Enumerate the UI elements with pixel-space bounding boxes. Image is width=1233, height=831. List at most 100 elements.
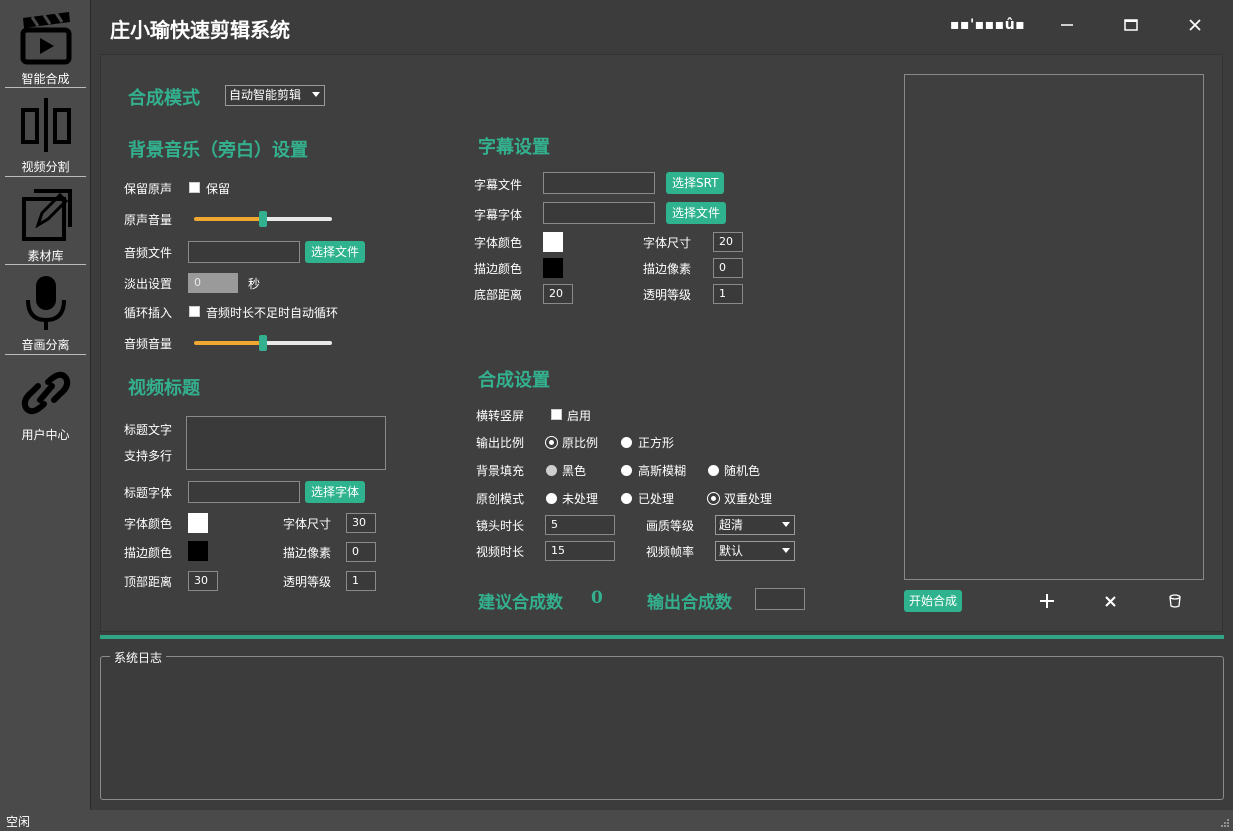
app-title: 庄小瑜快速剪辑系统 [110,18,290,42]
select-audio-file-button[interactable]: 选择文件 [305,241,366,263]
remove-icon[interactable] [1103,594,1118,609]
bottom-distance-label: 底部距离 [474,288,523,302]
bg-fill-blur-radio[interactable] [621,465,632,476]
top-distance-input[interactable]: 30 [188,571,218,591]
fps-value: 默认 [719,544,744,558]
maximize-button[interactable] [1116,10,1146,40]
compose-mode-select[interactable]: 自动智能剪辑 [225,85,325,106]
keep-original-label: 保留原声 [124,182,173,196]
chevron-down-icon [312,92,320,97]
slider-fill [194,217,263,221]
section-divider [100,635,1224,639]
title-font-color-label: 字体颜色 [124,517,173,531]
quality-select[interactable]: 超清 [715,515,795,535]
loop-checkbox[interactable] [189,306,200,317]
edit-square-icon [22,189,72,241]
keep-original-checkbox[interactable] [189,182,200,193]
original-mode-none-radio[interactable] [546,493,557,504]
fps-select[interactable]: 默认 [715,541,795,561]
compose-mode-value: 自动智能剪辑 [229,88,302,102]
shot-duration-input[interactable]: 5 [545,515,615,535]
output-count-input[interactable] [755,588,805,610]
ratio-square-radio[interactable] [621,437,632,448]
start-compose-button[interactable]: 开始合成 [904,590,963,612]
title-stroke-color-swatch[interactable] [188,541,208,561]
title-font-input[interactable] [188,481,300,503]
subtitle-opacity-label: 透明等级 [643,288,692,302]
chevron-down-icon [782,548,790,553]
fade-input[interactable]: 0 [188,273,238,293]
original-mode-option: 双重处理 [724,492,773,506]
original-volume-slider[interactable] [194,211,332,227]
top-distance-label: 顶部距离 [124,575,173,589]
slider-fill [194,341,263,345]
subtitle-font-size-input[interactable]: 20 [713,232,743,252]
system-log-box[interactable] [100,656,1224,800]
subtitle-opacity-input[interactable]: 1 [713,284,743,304]
loop-text: 音频时长不足时自动循环 [206,306,339,320]
fade-label: 淡出设置 [124,277,173,291]
sidebar-item-material-library[interactable]: 素材库 [5,181,86,269]
slider-handle[interactable] [259,335,267,351]
shot-duration-label: 镜头时长 [476,519,525,533]
subtitle-stroke-color-swatch[interactable] [543,258,563,278]
bg-fill-black-radio[interactable] [546,465,557,476]
title-text-area[interactable] [186,416,386,470]
sidebar-divider [5,264,86,265]
chevron-down-icon [782,522,790,527]
clapperboard-icon [20,12,72,65]
quality-value: 超清 [719,518,744,532]
slider-handle[interactable] [259,211,267,227]
subtitle-stroke-px-input[interactable]: 0 [713,258,743,278]
title-font-size-label: 字体尺寸 [283,517,332,531]
compose-section-title: 合成设置 [478,370,550,391]
original-mode-label: 原创模式 [476,492,525,506]
sidebar-item-user-center[interactable]: 用户中心 [5,360,86,448]
sidebar-item-smart-compose[interactable]: 智能合成 [5,4,86,92]
subtitle-font-label: 字幕字体 [474,208,523,222]
original-mode-done-radio[interactable] [621,493,632,504]
bg-fill-option: 黑色 [562,464,587,478]
slider-track [263,217,332,221]
ratio-original-radio[interactable] [546,437,557,448]
subtitle-font-input[interactable] [543,202,655,224]
title-text-label: 标题文字 [124,423,173,437]
sidebar-item-video-split[interactable]: 视频分割 [5,92,86,180]
minimize-button[interactable] [1052,10,1082,40]
title-font-size-input[interactable]: 30 [346,513,376,533]
title-opacity-input[interactable]: 1 [346,571,376,591]
split-icon [21,98,71,152]
resize-grip-icon[interactable] [1220,818,1230,828]
portrait-text: 启用 [567,409,592,423]
title-stroke-color-label: 描边颜色 [124,546,173,560]
sidebar-item-label: 视频分割 [21,160,70,174]
sidebar-item-label: 音画分离 [21,338,70,352]
bg-fill-random-radio[interactable] [708,465,719,476]
portrait-checkbox[interactable] [551,409,562,420]
video-duration-input[interactable]: 15 [545,541,615,561]
audio-volume-slider[interactable] [194,335,332,351]
task-list-box[interactable] [904,74,1204,580]
bottom-distance-input[interactable]: 20 [543,284,573,304]
audio-file-input[interactable] [188,241,300,263]
add-icon[interactable] [1038,592,1056,610]
original-mode-double-radio[interactable] [708,493,719,504]
original-volume-label: 原声音量 [124,213,173,227]
title-font-color-swatch[interactable] [188,513,208,533]
sidebar-item-label: 素材库 [27,249,64,263]
trash-icon[interactable] [1167,593,1183,609]
select-srt-button[interactable]: 选择SRT [666,172,725,194]
select-font-button[interactable]: 选择字体 [305,481,366,503]
bg-fill-option: 高斯模糊 [638,464,687,478]
select-subtitle-font-button[interactable]: 选择文件 [666,202,727,224]
close-button[interactable] [1180,10,1210,40]
subtitle-section-title: 字幕设置 [478,137,550,158]
subtitle-file-input[interactable] [543,172,655,194]
bg-fill-option: 随机色 [724,464,761,478]
portrait-label: 横转竖屏 [476,409,525,423]
ratio-option: 原比例 [562,436,599,450]
original-mode-option: 已处理 [638,492,675,506]
title-stroke-px-input[interactable]: 0 [346,542,376,562]
sidebar-item-audio-video-separate[interactable]: 音画分离 [5,270,86,358]
subtitle-font-color-swatch[interactable] [543,232,563,252]
